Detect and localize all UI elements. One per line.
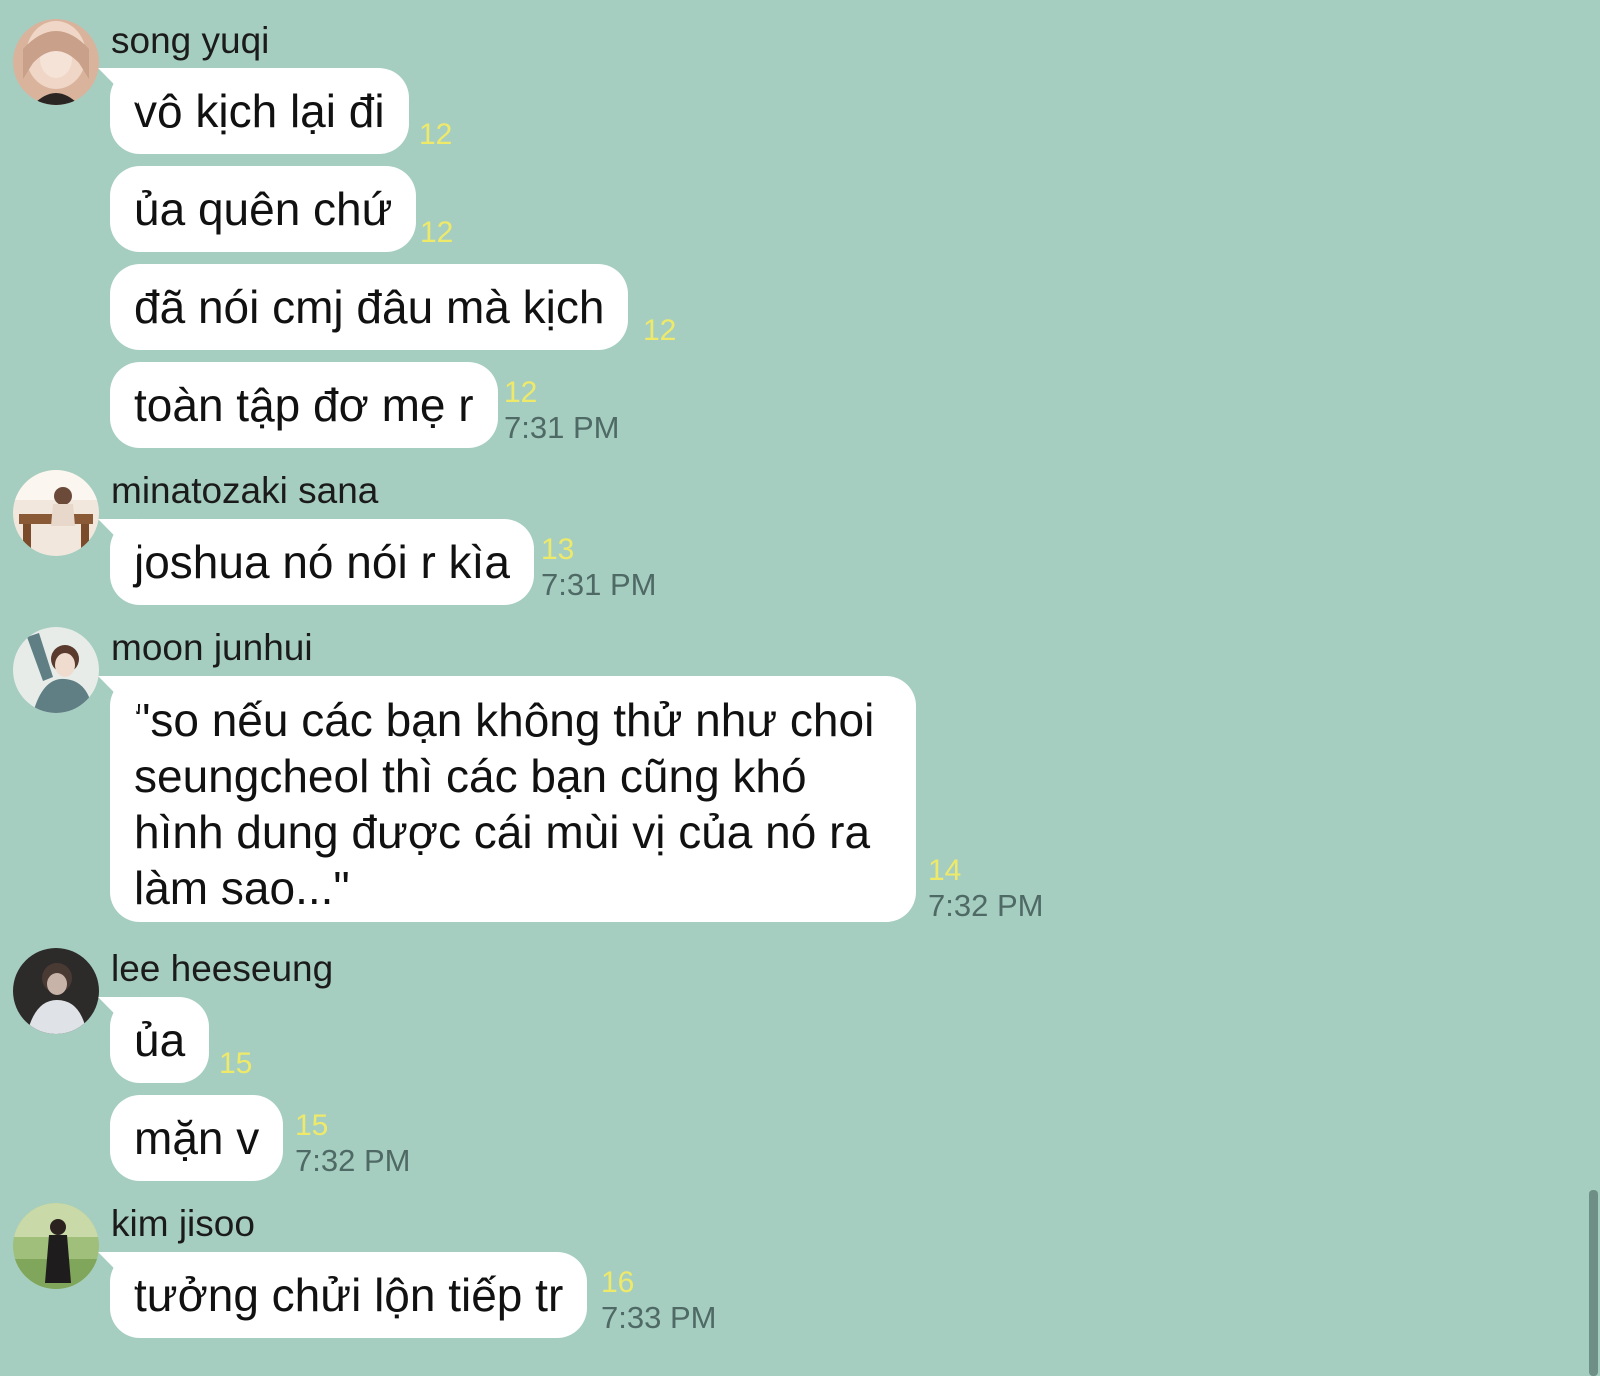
read-count: 16: [601, 1266, 635, 1299]
message-timestamp: 7:33 PM: [601, 1300, 717, 1335]
message-bubble[interactable]: "so nếu các bạn không thử như choi seung…: [110, 676, 916, 922]
message-bubble[interactable]: toàn tập đơ mẹ r: [110, 362, 498, 448]
read-count: 12: [643, 314, 677, 347]
message-meta: 12: [420, 216, 453, 250]
message-meta: 16 7:33 PM: [601, 1266, 716, 1336]
read-count: 15: [219, 1047, 253, 1080]
read-count: 15: [295, 1109, 329, 1142]
message-meta: 12 7:31 PM: [504, 376, 619, 446]
sender-name: minatozaki sana: [111, 470, 379, 511]
message-meta: 15: [219, 1047, 252, 1081]
message-meta: 14 7:32 PM: [928, 854, 1043, 924]
scrollbar[interactable]: [1589, 1190, 1598, 1376]
message-bubble[interactable]: đã nói cmj đâu mà kịch: [110, 264, 629, 350]
message-bubble[interactable]: mặn v: [110, 1095, 284, 1181]
message-meta: 12: [419, 118, 452, 152]
message-bubble[interactable]: joshua nó nói r kìa: [110, 519, 534, 605]
avatar[interactable]: [13, 470, 99, 556]
chat-message-list[interactable]: song yuqi vô kịch lại đi 12 ủa quên chứ …: [0, 0, 1600, 1376]
message-timestamp: 7:32 PM: [928, 888, 1044, 923]
sender-name: song yuqi: [111, 20, 270, 61]
message-timestamp: 7:32 PM: [295, 1143, 411, 1178]
avatar[interactable]: [13, 19, 99, 105]
message-meta: 12: [643, 314, 676, 348]
read-count: 13: [541, 533, 575, 566]
read-count: 12: [504, 376, 538, 409]
sender-name: kim jisoo: [111, 1203, 255, 1244]
message-timestamp: 7:31 PM: [541, 567, 657, 602]
message-bubble[interactable]: ủa: [110, 997, 210, 1083]
message-meta: 15 7:32 PM: [295, 1109, 410, 1179]
read-count: 12: [419, 118, 453, 151]
read-count: 14: [928, 854, 962, 887]
sender-name: moon junhui: [111, 627, 313, 668]
message-bubble[interactable]: ủa quên chứ: [110, 166, 417, 252]
message-meta: 13 7:31 PM: [541, 533, 656, 603]
avatar[interactable]: [13, 627, 99, 713]
read-count: 12: [420, 216, 454, 249]
message-bubble[interactable]: vô kịch lại đi: [110, 68, 409, 154]
avatar[interactable]: [13, 948, 99, 1034]
sender-name: lee heeseung: [111, 948, 334, 989]
message-bubble[interactable]: tưởng chửi lộn tiếp tr: [110, 1252, 588, 1338]
message-timestamp: 7:31 PM: [504, 410, 620, 445]
avatar[interactable]: [13, 1203, 99, 1289]
